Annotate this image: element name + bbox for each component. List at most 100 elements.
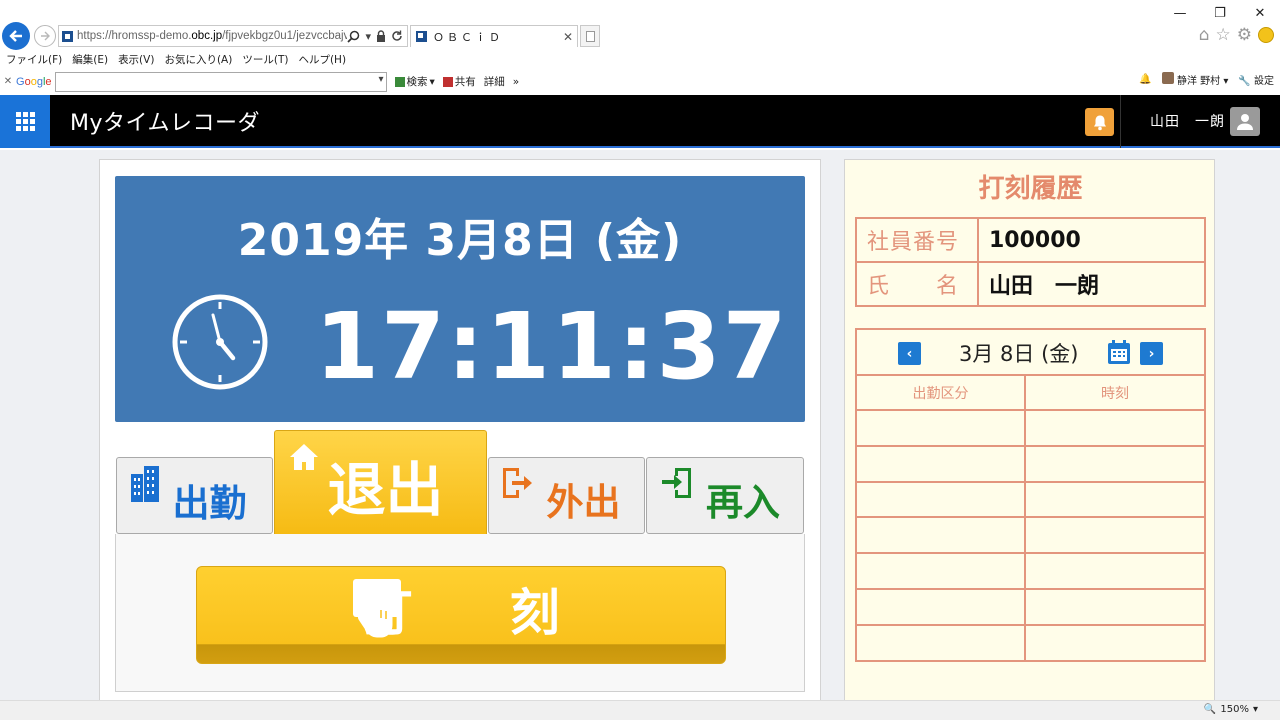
minimize-icon[interactable]: — [1160,0,1200,26]
home-icon[interactable]: ⌂ [1199,26,1210,44]
name-label: 氏 名 [855,261,979,307]
name-value: 山田 一朗 [977,261,1206,307]
window-controls: — ❐ ✕ [1160,0,1280,26]
google-toolbar: ✕ Google 検索▾ 共有 詳細 » 🔔 静洋 野村 ▾ 🔧 設定 [0,69,1280,94]
page-body: 2019年 3月8日 (金) 17:11:37 出勤 退出 外出 再入 打 刻 … [0,150,1280,704]
prev-day-button[interactable]: ‹ [898,342,921,365]
menu-item-help[interactable]: ヘルプ(H) [298,52,346,67]
go-out-label: 外出 [546,480,621,524]
clock-in-button[interactable]: 出勤 [116,457,273,534]
menu-item-tools[interactable]: ツール(T) [242,52,288,67]
notification-button[interactable] [1085,108,1114,136]
lock-icon[interactable] [376,30,386,42]
current-time: 17:11:37 [315,293,789,400]
google-search-button[interactable]: 検索 ▾ [394,74,435,89]
table-row: 氏 名 山田 一朗 [855,261,1206,307]
table-row [857,553,1204,590]
table-row [857,588,1204,626]
chevron-right-icon: › [1148,345,1155,362]
account-button[interactable]: 静洋 野村 ▾ [1161,72,1228,87]
header-user-name[interactable]: 山田 一朗 [1150,111,1225,131]
close-toolbar-icon[interactable]: ✕ [0,76,16,87]
share-icon [442,76,453,87]
stamp-log: ‹ 3月 8日 (金) › 出勤区分 時刻 [855,328,1206,662]
home-icon [290,444,318,470]
stamp-type-selector: 出勤 退出 外出 再入 [115,430,805,536]
return-label: 再入 [706,480,780,524]
close-tab-icon[interactable]: ✕ [563,30,577,44]
history-panel: 打刻履歴 社員番号 100000 氏 名 山田 一朗 ‹ 3月 8日 (金) ›… [844,159,1215,704]
close-window-icon[interactable]: ✕ [1240,0,1280,26]
new-tab-button[interactable] [580,25,600,47]
app-title: Myタイムレコーダ [70,111,261,136]
table-row [857,445,1204,483]
user-avatar-button[interactable] [1230,107,1260,136]
table-header-row: 出勤区分 時刻 [857,376,1204,411]
clock-display: 2019年 3月8日 (金) 17:11:37 [115,176,805,422]
forward-button[interactable] [34,25,56,47]
log-date: 3月 8日 (金) [959,342,1079,366]
employee-info-table: 社員番号 100000 氏 名 山田 一朗 [855,217,1206,307]
stamp-log-table: 出勤区分 時刻 [857,376,1204,661]
clock-in-label: 出勤 [172,481,247,525]
search-icon[interactable] [347,30,360,43]
address-url[interactable]: https://hromssp-demo.obc.jp/fjpvekbgz0u1… [77,30,347,42]
favicon-icon [62,30,73,42]
menu-item-favorites[interactable]: お気に入り(A) [164,52,232,67]
menu-item-view[interactable]: 表示(V) [118,52,154,67]
menu-item-edit[interactable]: 編集(E) [72,52,108,67]
feedback-smiley-icon[interactable] [1258,27,1274,43]
table-row [857,481,1204,519]
table-row [857,624,1204,661]
notification-bell-icon[interactable]: 🔔 [1139,74,1151,85]
refresh-icon[interactable] [391,30,403,42]
zoom-icon: 🔍 [1203,704,1217,715]
menu-item-file[interactable]: ファイル(F) [6,52,62,67]
settings-button[interactable]: 🔧 設定 [1238,72,1274,87]
google-search-icon [394,76,405,87]
dropdown-icon[interactable]: ▾ [365,30,371,43]
address-bar[interactable]: https://hromssp-demo.obc.jp/fjpvekbgz0u1… [58,25,408,47]
gear-icon[interactable]: ⚙ [1237,26,1252,44]
next-day-button[interactable]: › [1140,342,1163,365]
menu-bar: ファイル(F) 編集(E) 表示(V) お気に入り(A) ツール(T) ヘルプ(… [0,50,1280,68]
share-button[interactable]: 共有 [442,74,476,89]
zoom-level: 150% [1220,704,1249,715]
restore-icon[interactable]: ❐ [1200,0,1240,26]
app-header: Myタイムレコーダ 山田 一朗 [0,95,1280,148]
calendar-icon[interactable] [1107,340,1131,365]
column-header-time: 時刻 [1025,376,1204,411]
google-logo: Google [16,75,52,88]
stamp-button[interactable]: 打 刻 [196,566,726,664]
arrow-left-icon [9,30,22,42]
table-row: 社員番号 100000 [855,217,1206,263]
clock-out-button[interactable]: 退出 [274,430,487,534]
browser-tab[interactable]: ＯＢＣｉＤ ✕ [410,25,578,47]
building-icon [131,466,159,502]
table-row [857,517,1204,555]
employee-no-value: 100000 [977,217,1206,263]
app-launcher-button[interactable] [0,95,50,148]
new-tab-icon [585,30,595,42]
browser-chrome: — ❐ ✕ https://hromssp-demo.obc.jp/fjpvek… [0,0,1280,50]
more-button[interactable]: » [513,76,519,88]
exit-door-icon [503,468,532,498]
clock-icon [172,294,268,390]
return-button[interactable]: 再入 [646,457,804,534]
zoom-control[interactable]: 🔍 150% ▾ [1204,704,1258,715]
clock-out-label: 退出 [327,455,444,524]
date-navigator: ‹ 3月 8日 (金) › [857,330,1204,376]
pointing-hand-icon [353,579,401,638]
current-date: 2019年 3月8日 (金) [237,215,683,266]
google-search-input[interactable] [54,71,387,92]
wrench-icon: 🔧 [1238,76,1251,87]
go-out-button[interactable]: 外出 [488,457,645,534]
history-title: 打刻履歴 [978,174,1083,204]
favorites-star-icon[interactable]: ☆ [1216,26,1231,44]
user-icon [1237,113,1253,130]
back-button[interactable] [2,22,30,50]
time-recorder-panel: 2019年 3月8日 (金) 17:11:37 出勤 退出 外出 再入 打 刻 [99,159,821,704]
account-avatar-icon [1161,72,1174,84]
detail-button[interactable]: 詳細 [484,74,505,89]
tab-title: ＯＢＣｉＤ [433,31,503,44]
